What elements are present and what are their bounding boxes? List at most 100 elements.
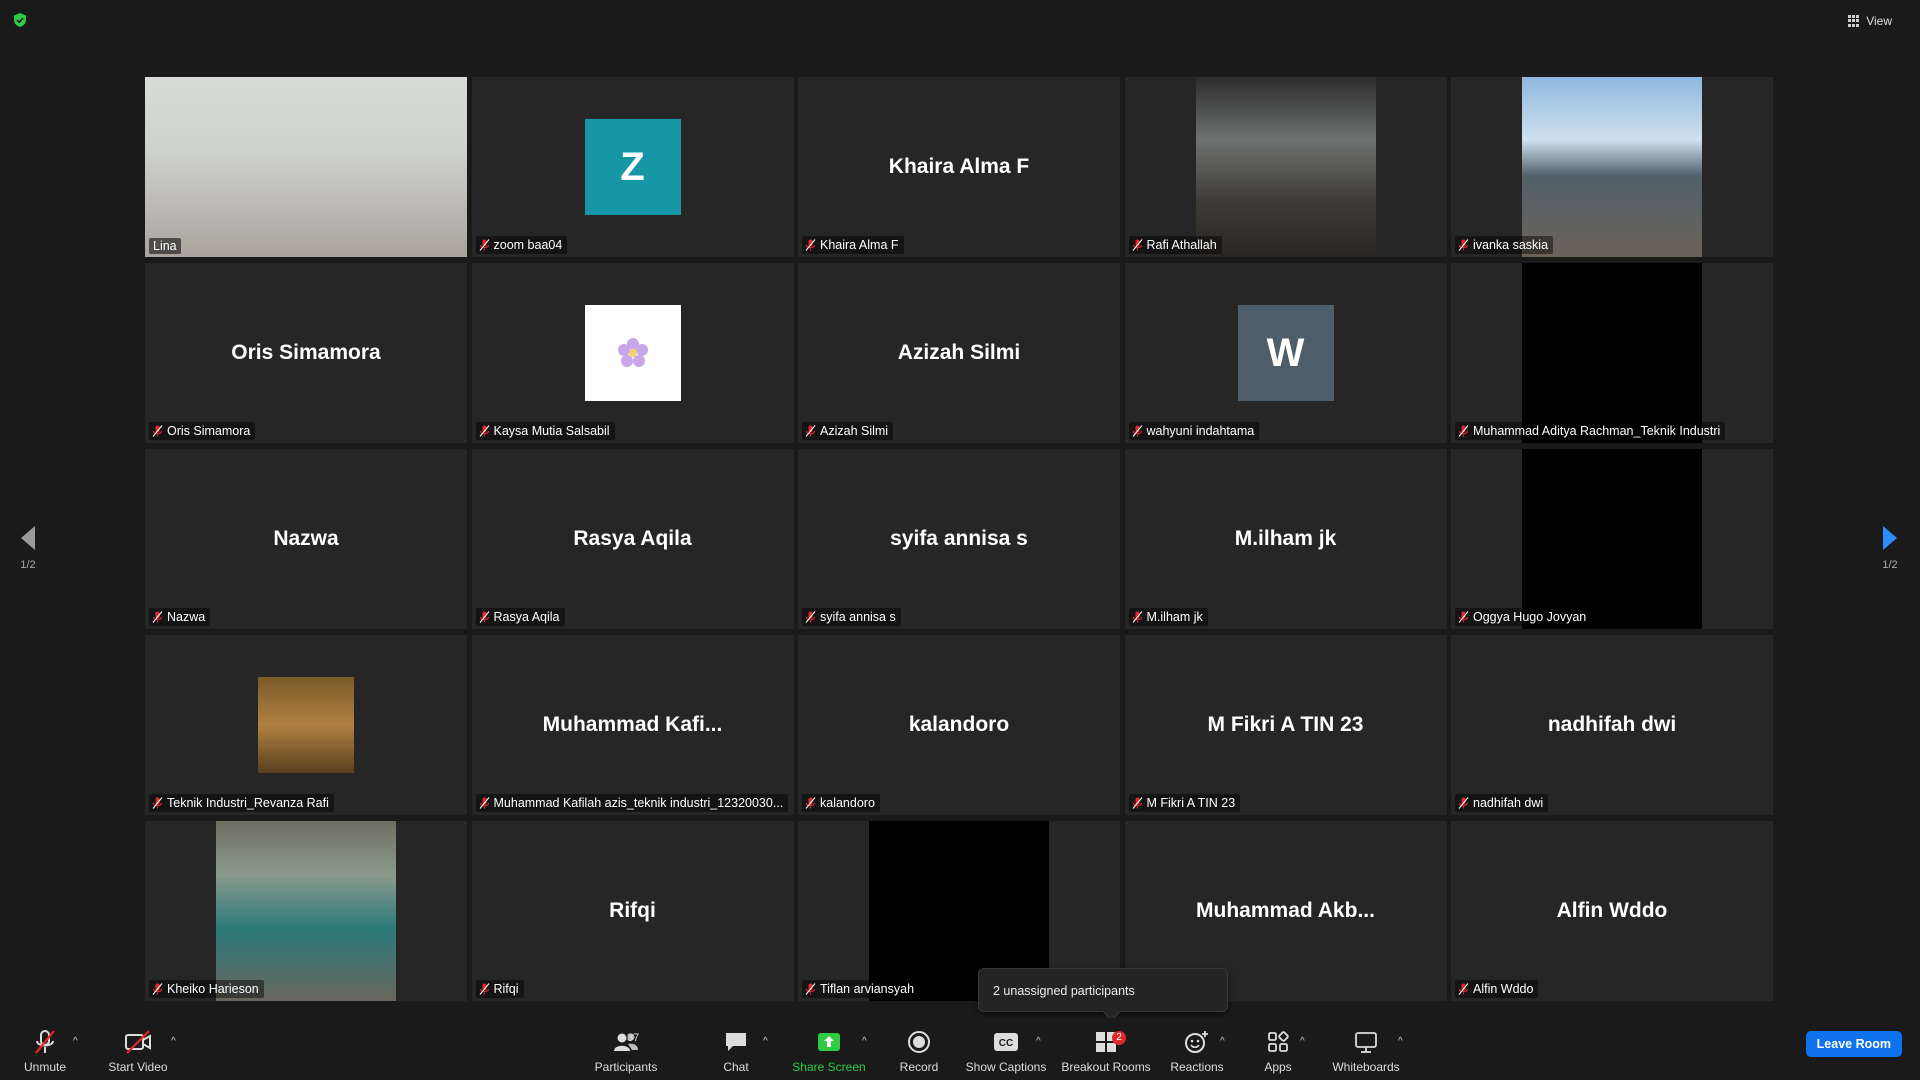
participant-tile[interactable]: Nazwa Nazwa bbox=[145, 449, 467, 629]
participants-button[interactable]: 37 Participants bbox=[590, 1018, 662, 1080]
arrow-left-icon bbox=[21, 526, 35, 550]
participant-name-label: Nazwa bbox=[149, 608, 211, 626]
participant-name: zoom baa04 bbox=[493, 238, 563, 252]
reactions-button[interactable]: Reactions bbox=[1170, 1018, 1224, 1080]
share-screen-button[interactable]: Share Screen bbox=[792, 1018, 866, 1080]
participant-name: M Fikri A TIN 23 bbox=[1146, 796, 1236, 810]
mic-muted-icon bbox=[805, 239, 816, 251]
record-label: Record bbox=[899, 1060, 939, 1074]
participant-name-label: Teknik Industri_Revanza Rafi bbox=[149, 794, 334, 812]
participant-name: Kaysa Mutia Salsabil bbox=[493, 424, 610, 438]
participant-tile[interactable]: Kaysa Mutia Salsabil bbox=[471, 263, 794, 443]
mic-muted-icon bbox=[1132, 425, 1142, 437]
reactions-smiley-icon bbox=[1185, 1031, 1208, 1053]
participant-name-label: Rifqi bbox=[475, 980, 524, 998]
participant-tile[interactable]: Kheiko Harieson bbox=[145, 821, 467, 1001]
participant-tile[interactable]: ivanka saskia bbox=[1451, 77, 1773, 257]
mic-muted-icon bbox=[479, 425, 489, 437]
participant-name: syifa annisa s bbox=[820, 610, 896, 624]
participant-tile[interactable]: Wwahyuni indahtama bbox=[1124, 263, 1447, 443]
participant-name: nadhifah dwi bbox=[1473, 796, 1544, 810]
participant-name: Nazwa bbox=[167, 610, 206, 624]
participant-tile[interactable]: Khaira Alma F Khaira Alma F bbox=[798, 77, 1120, 257]
participant-tile[interactable]: M.ilham jk M.ilham jk bbox=[1124, 449, 1447, 629]
participant-tile[interactable]: Muhammad Aditya Rachman_Teknik Industri bbox=[1451, 263, 1773, 443]
next-page-button[interactable]: 1/2 bbox=[1870, 525, 1910, 571]
participant-tile[interactable]: Teknik Industri_Revanza Rafi bbox=[145, 635, 467, 815]
mic-muted-icon bbox=[805, 983, 816, 995]
participant-tile[interactable]: Rifqi Rifqi bbox=[471, 821, 794, 1001]
security-shield-icon[interactable] bbox=[12, 12, 28, 28]
mic-muted-icon bbox=[1458, 239, 1469, 251]
video-options-caret-icon[interactable]: ^ bbox=[171, 1036, 181, 1047]
reactions-label: Reactions bbox=[1170, 1060, 1224, 1074]
participant-name-label: Rasya Aqila bbox=[475, 608, 565, 626]
arrow-right-icon bbox=[1883, 526, 1897, 550]
show-captions-label: Show Captions bbox=[965, 1060, 1047, 1074]
participant-name: Alfin Wddo bbox=[1473, 982, 1534, 996]
whiteboards-button[interactable]: Whiteboards bbox=[1330, 1018, 1402, 1080]
participant-tile[interactable]: kalandoro kalandoro bbox=[798, 635, 1120, 815]
participant-tile[interactable]: Muhammad Kafi... Muhammad Kafilah azis_te… bbox=[471, 635, 794, 815]
participant-name-label: Khaira Alma F bbox=[802, 236, 904, 254]
participant-tile[interactable]: Azizah Silmi Azizah Silmi bbox=[798, 263, 1120, 443]
participant-video bbox=[216, 821, 396, 1001]
participant-tile[interactable]: Rafi Athallah bbox=[1124, 77, 1447, 257]
record-button[interactable]: Record bbox=[897, 1018, 941, 1080]
participant-tile[interactable]: Zzoom baa04 bbox=[471, 77, 794, 257]
participant-avatar-photo bbox=[258, 677, 354, 773]
audio-options-caret-icon[interactable]: ^ bbox=[73, 1036, 83, 1047]
chat-button[interactable]: Chat bbox=[718, 1018, 754, 1080]
participant-display-name: Rifqi bbox=[609, 899, 656, 922]
participant-tile[interactable]: Alfin Wddo Alfin Wddo bbox=[1451, 821, 1773, 1001]
meeting-toolbar: Unmute ^ Start Video ^ 37 Participants C… bbox=[0, 1018, 1920, 1080]
participant-tile[interactable]: Rasya Aqila Rasya Aqila bbox=[471, 449, 794, 629]
apps-button[interactable]: Apps bbox=[1260, 1018, 1296, 1080]
participant-name: Rafi Athallah bbox=[1146, 238, 1217, 252]
flower-avatar-icon bbox=[584, 305, 681, 401]
mic-muted-icon bbox=[1458, 611, 1469, 623]
participant-tile[interactable]: M Fikri A TIN 23 M Fikri A TIN 23 bbox=[1124, 635, 1447, 815]
participant-avatar: W bbox=[1237, 305, 1334, 401]
participant-name: Oris Simamora bbox=[167, 424, 251, 438]
leave-room-button[interactable]: Leave Room bbox=[1805, 1031, 1902, 1057]
breakout-rooms-button[interactable]: 2 Breakout Rooms bbox=[1060, 1018, 1152, 1080]
mic-muted-icon bbox=[35, 1030, 55, 1054]
mic-muted-icon bbox=[479, 983, 489, 995]
participant-name: ivanka saskia bbox=[1473, 238, 1549, 252]
view-button[interactable]: View bbox=[1840, 10, 1900, 32]
previous-page-button[interactable]: 1/2 bbox=[8, 525, 48, 571]
closed-captions-icon: CC bbox=[994, 1033, 1018, 1051]
participant-name-label: Alfin Wddo bbox=[1455, 980, 1539, 998]
whiteboards-options-caret-icon[interactable]: ^ bbox=[1398, 1036, 1408, 1047]
participant-tile[interactable]: Lina bbox=[145, 77, 467, 257]
show-captions-button[interactable]: CC Show Captions bbox=[965, 1018, 1047, 1080]
participant-name-label: Muhammad Aditya Rachman_Teknik Industri bbox=[1455, 422, 1726, 440]
captions-options-caret-icon[interactable]: ^ bbox=[1036, 1036, 1046, 1047]
start-video-button[interactable]: Start Video bbox=[106, 1018, 170, 1080]
share-options-caret-icon[interactable]: ^ bbox=[862, 1036, 872, 1047]
chat-options-caret-icon[interactable]: ^ bbox=[763, 1036, 773, 1047]
apps-options-caret-icon[interactable]: ^ bbox=[1300, 1036, 1310, 1047]
participant-tile[interactable]: nadhifah dwi nadhifah dwi bbox=[1451, 635, 1773, 815]
participant-name: Oggya Hugo Jovyan bbox=[1473, 610, 1587, 624]
participant-tile[interactable]: Oggya Hugo Jovyan bbox=[1451, 449, 1773, 629]
participant-avatar: Z bbox=[584, 119, 681, 215]
reactions-options-caret-icon[interactable]: ^ bbox=[1220, 1036, 1230, 1047]
mic-muted-icon bbox=[1458, 425, 1469, 437]
mic-muted-icon bbox=[152, 797, 163, 809]
participants-count: 37 bbox=[627, 1032, 640, 1044]
video-gallery: Lina Zzoom baa04 Khaira Alma F Khaira Alma … bbox=[145, 77, 1773, 1002]
participant-name-label: syifa annisa s bbox=[802, 608, 901, 626]
participant-name-label: Oggya Hugo Jovyan bbox=[1455, 608, 1592, 626]
participant-tile[interactable]: Oris Simamora Oris Simamora bbox=[145, 263, 467, 443]
participant-name: wahyuni indahtama bbox=[1146, 424, 1255, 438]
participant-name-label: Azizah Silmi bbox=[802, 422, 894, 440]
participant-name-label: Kheiko Harieson bbox=[149, 980, 264, 998]
participant-name-label: Muhammad Kafilah azis_teknik industri_12… bbox=[475, 794, 789, 812]
unmute-button[interactable]: Unmute bbox=[18, 1018, 72, 1080]
participant-tile[interactable]: syifa annisa s syifa annisa s bbox=[798, 449, 1120, 629]
participant-display-name: M.ilham jk bbox=[1234, 527, 1337, 550]
mic-muted-icon bbox=[805, 611, 816, 623]
view-label: View bbox=[1866, 14, 1892, 28]
